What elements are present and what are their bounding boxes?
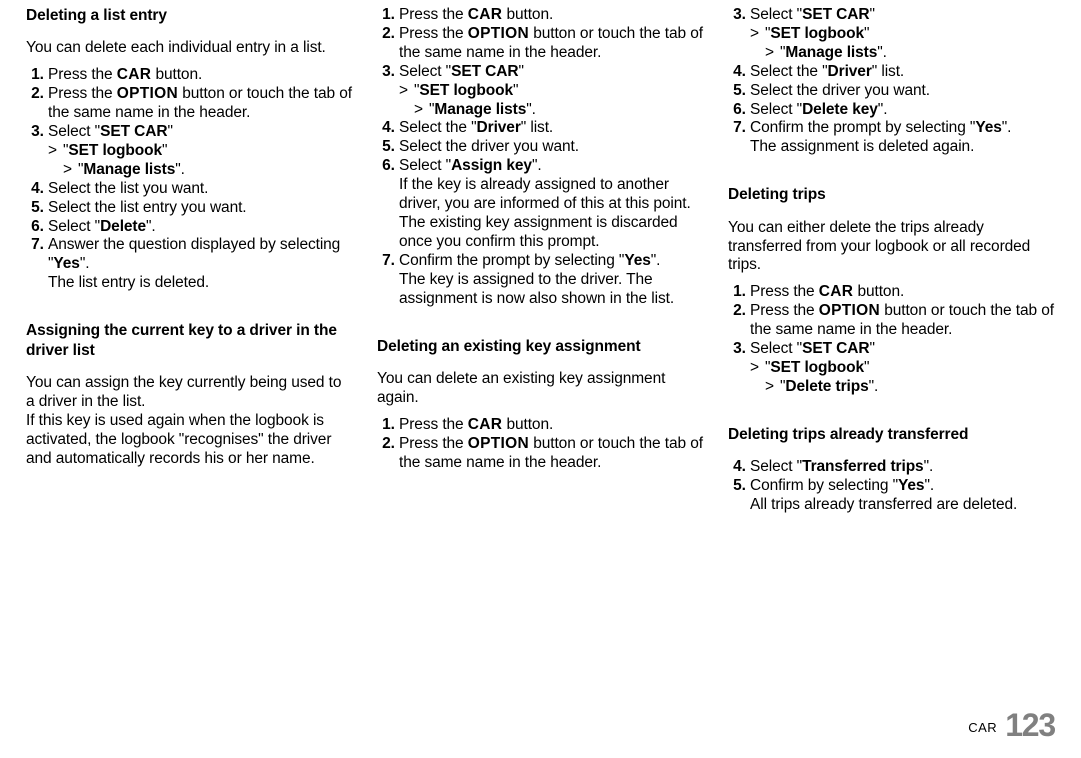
substep: "Delete trips". — [750, 378, 1055, 397]
intro-text: If this key is used again when the logbo… — [26, 412, 353, 469]
steps-deleting-list-entry: Press the CAR button. Press the OPTION b… — [26, 66, 353, 293]
step: Press the CAR button. — [48, 66, 353, 85]
manual-page: Deleting a list entry You can delete eac… — [0, 0, 1081, 758]
substep: "SET logbook" — [48, 142, 353, 161]
step: Answer the question displayed by selecti… — [48, 236, 353, 293]
step: Confirm the prompt by selecting "Yes". T… — [750, 119, 1055, 157]
steps-assigning-key: Press the CAR button. Press the OPTION b… — [377, 6, 704, 309]
step: Press the OPTION button or touch the tab… — [399, 435, 704, 473]
step: Press the CAR button. — [750, 283, 1055, 302]
step: Press the CAR button. — [399, 416, 704, 435]
step: Press the OPTION button or touch the tab… — [750, 302, 1055, 340]
heading-assigning-key: Assigning the current key to a driver in… — [26, 321, 353, 360]
step: Select the "Driver" list. — [750, 63, 1055, 82]
intro-text: You can delete an existing key assignmen… — [377, 370, 704, 408]
substep: "SET logbook" — [750, 359, 1055, 378]
page-number: 123 — [1005, 707, 1055, 743]
steps-deleting-key-assignment-a: Press the CAR button. Press the OPTION b… — [377, 416, 704, 473]
intro-text: You can assign the key currently being u… — [26, 374, 353, 412]
step: Select the driver you want. — [399, 138, 704, 157]
substep: "Manage lists". — [399, 101, 704, 120]
substep: "Manage lists". — [48, 161, 353, 180]
step: Select "Assign key". If the key is alrea… — [399, 157, 704, 252]
step: Press the OPTION button or touch the tab… — [399, 25, 704, 63]
intro-text: You can delete each individual entry in … — [26, 39, 353, 58]
step: Press the OPTION button or touch the tab… — [48, 85, 353, 123]
step: Select "SET CAR" "SET logbook" "Delete t… — [750, 340, 1055, 397]
content-columns: Deleting a list entry You can delete eac… — [26, 6, 1055, 626]
step: Select "Delete key". — [750, 101, 1055, 120]
step: Select "Transferred trips". — [750, 458, 1055, 477]
step: Confirm by selecting "Yes". All trips al… — [750, 477, 1055, 515]
page-footer: CAR 123 — [968, 707, 1055, 744]
heading-deleting-key-assignment: Deleting an existing key assignment — [377, 337, 704, 356]
step: Confirm the prompt by selecting "Yes". T… — [399, 252, 704, 309]
heading-deleting-list-entry: Deleting a list entry — [26, 6, 353, 25]
section-label: CAR — [968, 720, 997, 735]
step: Select "SET CAR" "SET logbook" "Manage l… — [48, 123, 353, 180]
intro-text: You can either delete the trips already … — [728, 219, 1055, 276]
step: Select "SET CAR" "SET logbook" "Manage l… — [750, 6, 1055, 63]
substep: "SET logbook" — [750, 25, 1055, 44]
step: Select "SET CAR" "SET logbook" "Manage l… — [399, 63, 704, 120]
step: Select the driver you want. — [750, 82, 1055, 101]
step: Press the CAR button. — [399, 6, 704, 25]
step: Select the list entry you want. — [48, 199, 353, 218]
heading-deleting-transferred-trips: Deleting trips already transferred — [728, 425, 1055, 444]
steps-deleting-trips: Press the CAR button. Press the OPTION b… — [728, 283, 1055, 396]
steps-deleting-transferred-trips: Select "Transferred trips". Confirm by s… — [728, 458, 1055, 515]
step: Select the list you want. — [48, 180, 353, 199]
heading-deleting-trips: Deleting trips — [728, 185, 1055, 204]
substep: "SET logbook" — [399, 82, 704, 101]
substep: "Manage lists". — [750, 44, 1055, 63]
step: Select "Delete". — [48, 218, 353, 237]
steps-deleting-key-assignment-b: Select "SET CAR" "SET logbook" "Manage l… — [728, 6, 1055, 157]
step: Select the "Driver" list. — [399, 119, 704, 138]
